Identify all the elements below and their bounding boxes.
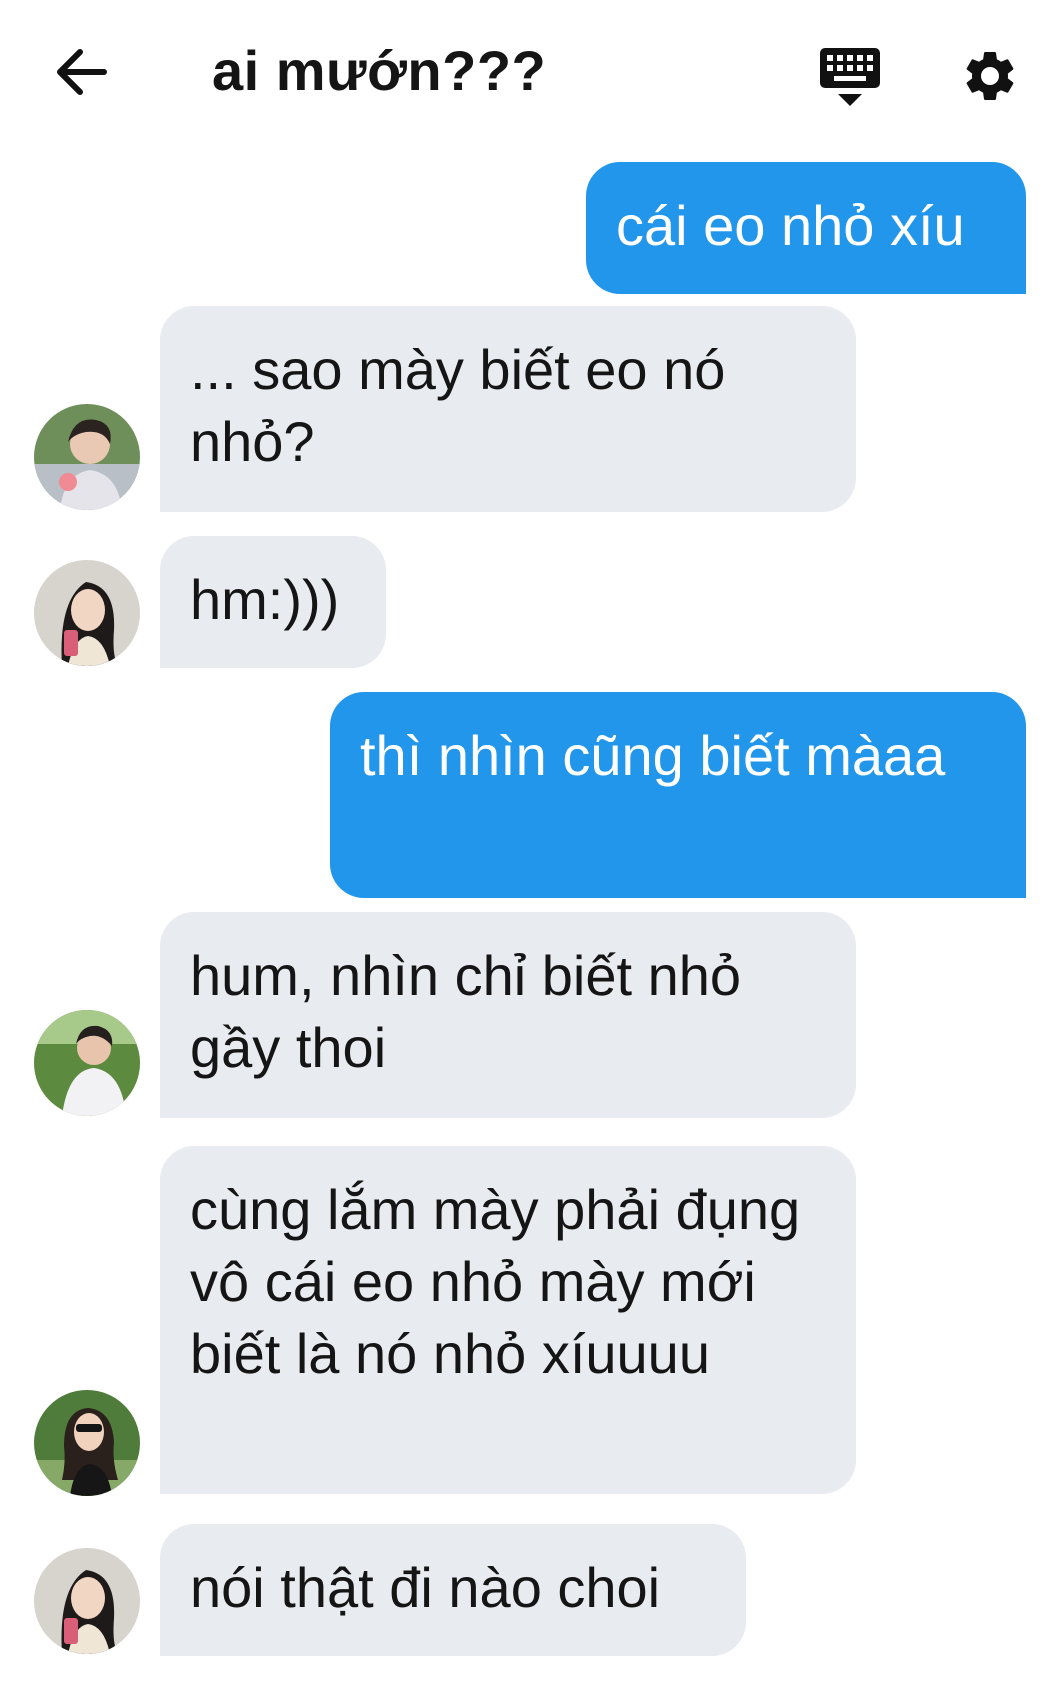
message-text: ... sao mày biết eo nó nhỏ?: [190, 338, 726, 473]
message-incoming: nói thật đi nào choi: [160, 1524, 746, 1656]
avatar-girl-2: [34, 1390, 140, 1496]
avatar[interactable]: [34, 404, 140, 510]
arrow-left-icon: [57, 49, 107, 95]
avatar[interactable]: [34, 560, 140, 666]
avatar-girl-1: [34, 560, 140, 666]
message-text: hm:))): [190, 568, 340, 631]
keyboard-button[interactable]: [818, 46, 882, 110]
message-outgoing: cái eo nhỏ xíu: [586, 162, 1026, 294]
back-button[interactable]: [54, 44, 110, 100]
message-text: thì nhìn cũng biết màaa: [360, 724, 946, 787]
message-text: cùng lắm mày phải đụng vô cái eo nhỏ mày…: [190, 1178, 801, 1385]
avatar[interactable]: [34, 1390, 140, 1496]
message-list[interactable]: cái eo nhỏ xíu ... sao mày biết eo nó nh…: [0, 150, 1060, 1691]
settings-button[interactable]: [960, 46, 1020, 106]
avatar-boy-2: [34, 1010, 140, 1116]
chat-title: ai mướn???: [212, 39, 547, 102]
avatar[interactable]: [34, 1548, 140, 1654]
chat-header: ai mướn???: [0, 0, 1060, 150]
avatar[interactable]: [34, 1010, 140, 1116]
message-incoming: hm:))): [160, 536, 386, 668]
gear-icon: [966, 51, 1014, 100]
avatar-girl-1: [34, 1548, 140, 1654]
message-text: cái eo nhỏ xíu: [616, 194, 965, 257]
message-text: hum, nhìn chỉ biết nhỏ gầy thoi: [190, 944, 742, 1079]
message-incoming: hum, nhìn chỉ biết nhỏ gầy thoi: [160, 912, 856, 1118]
message-incoming: cùng lắm mày phải đụng vô cái eo nhỏ mày…: [160, 1146, 856, 1494]
avatar-boy-1: [34, 404, 140, 510]
message-incoming: ... sao mày biết eo nó nhỏ?: [160, 306, 856, 512]
message-outgoing: thì nhìn cũng biết màaa: [330, 692, 1026, 898]
keyboard-icon: [820, 48, 880, 106]
message-text: nói thật đi nào choi: [190, 1556, 661, 1619]
